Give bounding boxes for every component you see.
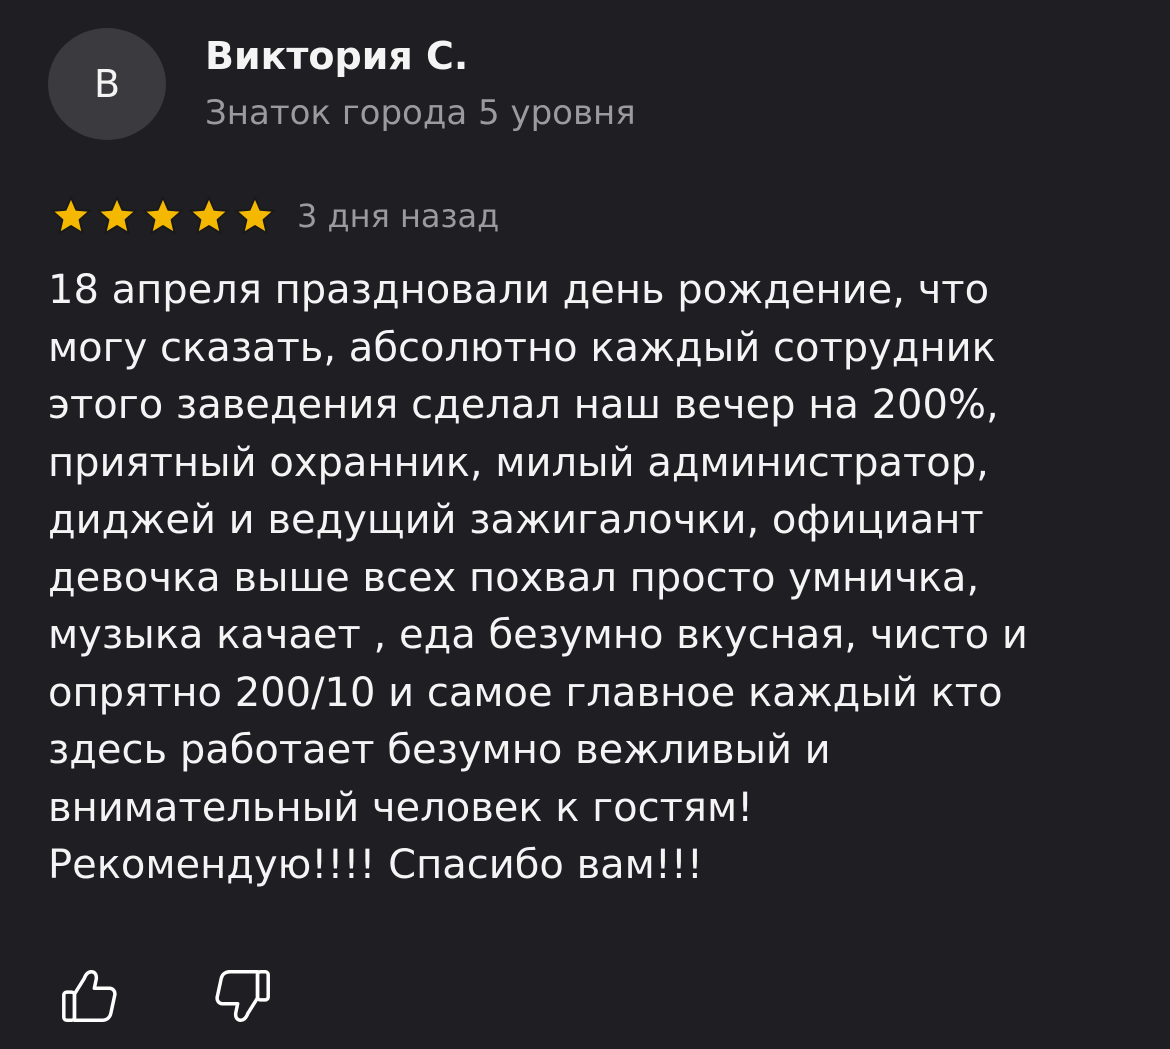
review-text-line: внимательный человек к гостям!	[48, 784, 754, 831]
review-text-line: девочка выше всех похвал просто умничка,	[48, 554, 980, 601]
review-text: 18 апреля праздновали день рождение, что…	[48, 262, 1138, 895]
avatar-letter: В	[93, 62, 121, 106]
author-level: Знаток города 5 уровня	[205, 93, 636, 133]
star-filled-icon	[51, 196, 91, 235]
review-text-line: опрятно 200/10 и самое главное каждый кт…	[48, 669, 1003, 716]
review-card: В Виктория С. Знаток города 5 уровня 3 д…	[0, 0, 1170, 1049]
review-text-line: 18 апреля праздновали день рождение, что	[48, 267, 990, 313]
like-button[interactable]	[55, 962, 123, 1030]
rating-stars	[49, 194, 277, 238]
review-actions	[55, 962, 277, 1030]
author-name[interactable]: Виктория С.	[205, 34, 468, 78]
review-text-line: диджей и ведущий зажигалочки, официант	[48, 497, 984, 543]
thumbs-down-icon	[215, 970, 270, 1022]
review-text-line: могу сказать, абсолютно каждый сотрудник	[48, 324, 996, 371]
review-text-line: Рекомендую!!!! Спасибо вам!!!	[48, 842, 703, 888]
review-text-line: музыка качает , еда безумно вкусная, чис…	[48, 612, 1028, 658]
star-filled-icon	[235, 196, 275, 235]
review-date: 3 дня назад	[297, 197, 500, 235]
review-text-line: здесь работает безумно вежливый и	[48, 727, 831, 773]
thumbs-up-icon	[62, 970, 117, 1022]
review-text-line: приятный охранник, милый администратор,	[48, 439, 989, 486]
star-filled-icon	[189, 196, 229, 235]
dislike-button[interactable]	[209, 962, 277, 1030]
avatar[interactable]: В	[48, 28, 166, 140]
rating-row: 3 дня назад	[49, 194, 499, 238]
review-text-line: этого заведения сделал наш вечер на 200%…	[48, 382, 999, 428]
star-filled-icon	[97, 196, 137, 235]
star-filled-icon	[143, 196, 183, 235]
